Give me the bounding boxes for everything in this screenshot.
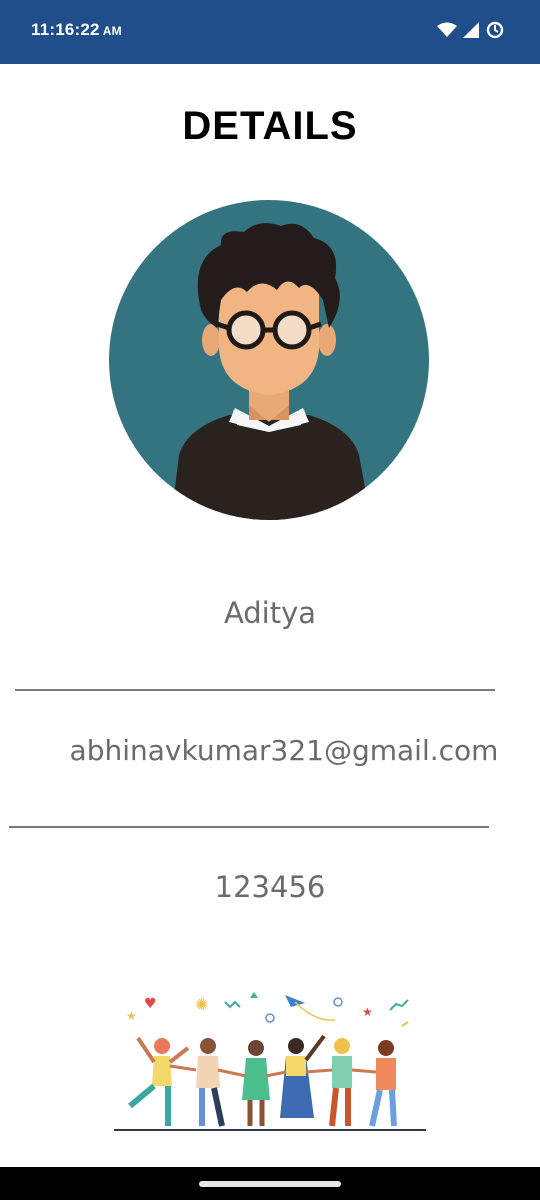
clock-ampm: AM (102, 24, 122, 38)
divider (15, 689, 495, 691)
status-bar: 11:16:22 AM (0, 0, 540, 64)
svg-text:♥: ♥ (144, 996, 157, 1012)
page-title: DETAILS (182, 104, 358, 148)
svg-text:★: ★ (362, 1005, 373, 1019)
password-field[interactable]: 123456 (0, 870, 540, 904)
group-of-friends-illustration: ♥ ✺ ★ ★ (110, 990, 430, 1134)
status-time: 11:16:22 AM (31, 20, 122, 40)
email-field[interactable]: abhinavkumar321@gmail.com (14, 734, 540, 767)
svg-text:★: ★ (126, 1009, 137, 1023)
clock-time: 11:16:22 (31, 20, 100, 39)
home-gesture-handle[interactable] (199, 1181, 341, 1187)
divider (9, 826, 489, 828)
navigation-bar (0, 1167, 540, 1200)
name-field[interactable]: Aditya (0, 596, 540, 630)
avatar (109, 200, 429, 520)
wifi-icon (437, 22, 457, 42)
data-saver-icon (486, 21, 504, 43)
cellular-signal-icon (463, 22, 480, 42)
status-icons (437, 21, 504, 43)
svg-text:✺: ✺ (195, 995, 208, 1014)
